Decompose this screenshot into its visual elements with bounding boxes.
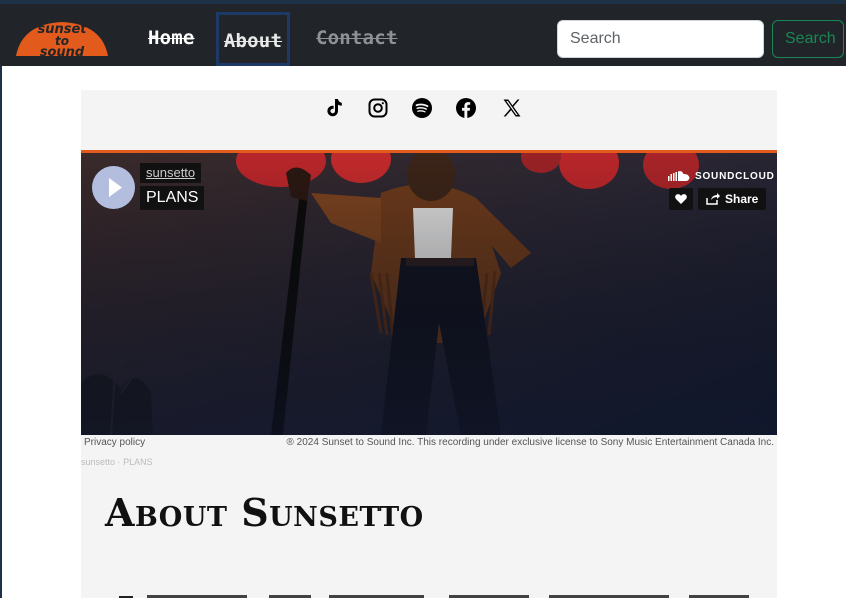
- copyright-text: ® 2024 Sunset to Sound Inc. This recordi…: [286, 437, 774, 448]
- credit-artist-link[interactable]: sunsetto: [81, 457, 115, 467]
- privacy-policy-link[interactable]: Privacy policy: [84, 435, 145, 451]
- svg-text:sound: sound: [40, 45, 85, 58]
- facebook-icon[interactable]: [454, 96, 478, 120]
- soundcloud-player[interactable]: sunsetto PLANS SOUNDCLOUD Share Privacy …: [81, 153, 777, 451]
- heart-icon: [675, 194, 687, 204]
- credit-separator: ·: [117, 457, 121, 467]
- body-text-cutoff: [119, 586, 759, 598]
- content-panel: sunsetto PLANS SOUNDCLOUD Share Privacy …: [81, 90, 777, 598]
- search-button[interactable]: Search: [772, 20, 844, 58]
- share-button[interactable]: Share: [698, 188, 766, 210]
- track-title[interactable]: PLANS: [140, 186, 205, 210]
- social-icons-row: [81, 90, 777, 150]
- share-label: Share: [725, 192, 759, 206]
- share-icon: [706, 193, 720, 205]
- soundcloud-label: SOUNDCLOUD: [695, 170, 775, 182]
- like-button[interactable]: [669, 188, 693, 210]
- navbar: sunset to sound Home About Contact Searc…: [0, 0, 846, 66]
- soundcloud-icon: [668, 171, 690, 181]
- nav-about[interactable]: About: [216, 12, 290, 66]
- page-left-border: [0, 66, 2, 598]
- credit-track-link[interactable]: PLANS: [123, 457, 153, 467]
- play-icon: [109, 178, 122, 197]
- track-credit: sunsetto · PLANS: [81, 457, 153, 467]
- x-icon[interactable]: [500, 96, 524, 120]
- nav-home[interactable]: Home: [138, 12, 205, 66]
- instagram-icon[interactable]: [366, 96, 390, 120]
- nav-contact[interactable]: Contact: [306, 12, 407, 66]
- page-title: About Sunsetto: [105, 490, 424, 535]
- spotify-icon[interactable]: [410, 96, 434, 120]
- player-footer: Privacy policy ® 2024 Sunset to Sound In…: [81, 435, 777, 451]
- search-input[interactable]: [557, 20, 764, 58]
- play-button[interactable]: [92, 166, 135, 209]
- tiktok-icon[interactable]: [322, 96, 346, 120]
- soundcloud-brand[interactable]: SOUNDCLOUD: [668, 169, 775, 183]
- artist-link[interactable]: sunsetto: [140, 163, 202, 183]
- site-logo[interactable]: sunset to sound: [12, 18, 112, 60]
